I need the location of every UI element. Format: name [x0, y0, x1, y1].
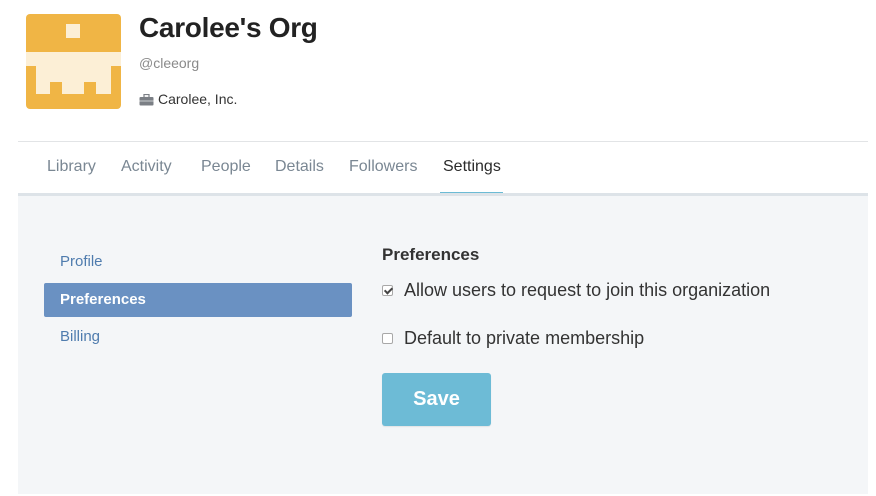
settings-panel: Profile Preferences Billing Preferences … [18, 196, 868, 494]
allow-join-requests-option[interactable]: Allow users to request to join this orga… [382, 280, 770, 301]
org-avatar [26, 14, 121, 109]
tab-settings[interactable]: Settings [443, 158, 501, 176]
sidebar-item-preferences[interactable]: Preferences [44, 283, 352, 317]
tab-library[interactable]: Library [47, 158, 96, 176]
tab-details[interactable]: Details [275, 158, 324, 176]
sidebar-item-billing[interactable]: Billing [44, 320, 352, 354]
sidebar-item-profile[interactable]: Profile [44, 245, 352, 279]
private-membership-checkbox[interactable] [382, 333, 393, 344]
tab-activity[interactable]: Activity [121, 158, 172, 176]
private-membership-option[interactable]: Default to private membership [382, 328, 644, 349]
allow-join-requests-label: Allow users to request to join this orga… [404, 280, 771, 300]
org-company-name: Carolee, Inc. [158, 91, 238, 107]
allow-join-requests-checkbox[interactable] [382, 285, 393, 296]
section-title: Preferences [382, 245, 480, 264]
org-company: Carolee, Inc. [139, 91, 237, 107]
tab-people[interactable]: People [201, 158, 251, 176]
briefcase-icon [139, 93, 154, 106]
private-membership-label: Default to private membership [404, 328, 645, 348]
save-button[interactable]: Save [382, 373, 491, 426]
org-name: Carolee's Org [139, 12, 318, 43]
tab-bar: Library Activity People Details Follower… [18, 142, 868, 195]
tab-followers[interactable]: Followers [349, 158, 417, 176]
org-handle: @cleeorg [139, 55, 200, 71]
